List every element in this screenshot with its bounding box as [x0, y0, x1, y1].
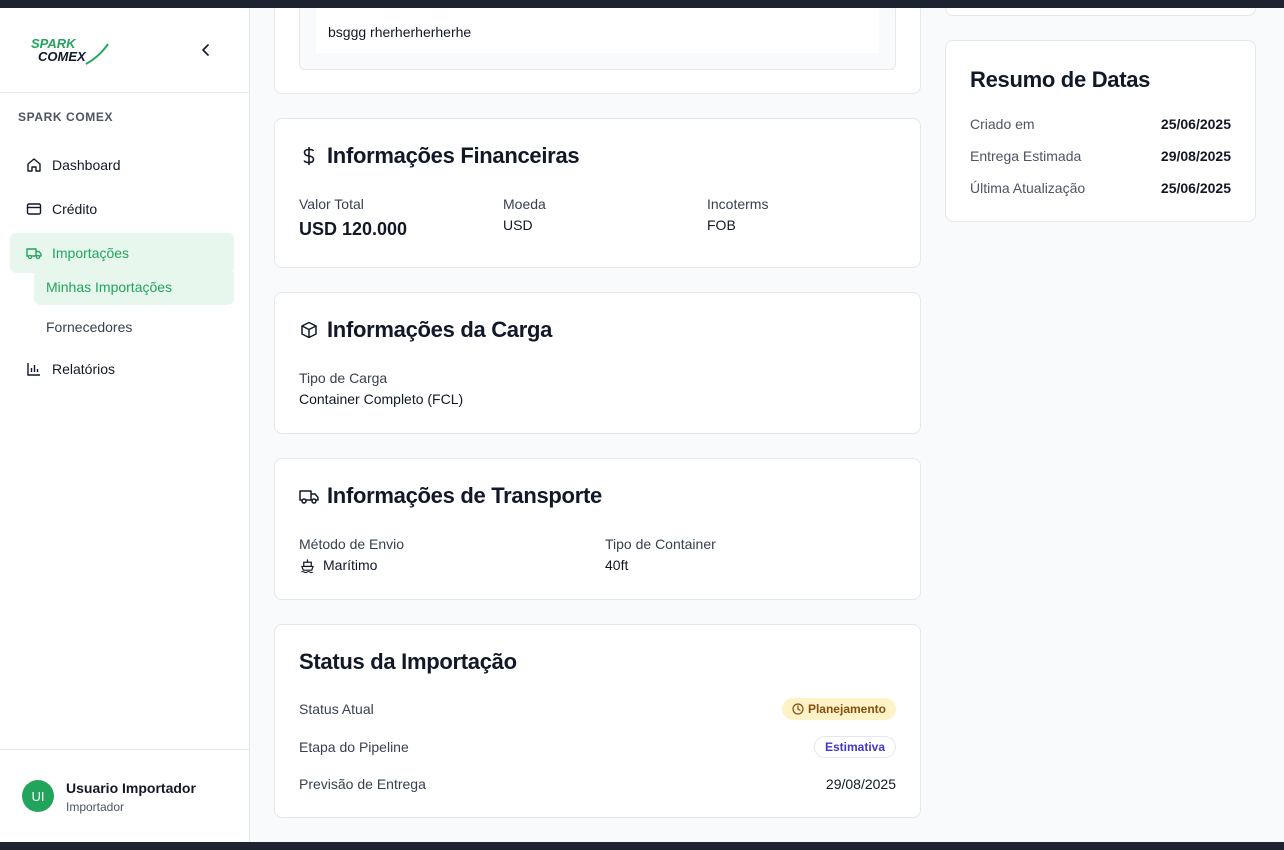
tipo-container-label: Tipo de Container	[605, 536, 716, 552]
sidebar-item-credito[interactable]: Crédito	[10, 189, 234, 229]
logo-text-comex: COMEX	[38, 49, 87, 64]
previsao-entrega-label: Previsão de Entrega	[299, 776, 426, 792]
ultima-atualizacao-label: Última Atualização	[970, 180, 1086, 196]
financial-info-title-text: Informações Financeiras	[327, 143, 580, 168]
sidebar-item-label: Importações	[52, 245, 130, 261]
entrega-estimada-value: 29/08/2025	[1160, 148, 1231, 164]
transport-info-title: Informações de Transporte	[299, 483, 602, 509]
transport-info-title-text: Informações de Transporte	[327, 483, 602, 508]
valor-total-label: Valor Total	[299, 196, 364, 212]
status-atual-label: Status Atual	[299, 701, 374, 717]
tipo-container-value: 40ft	[605, 557, 629, 573]
metodo-envio-value: Marítimo	[299, 557, 377, 573]
window-bottom-bar	[0, 842, 1284, 850]
description-text: bsggg rherherherherhe	[328, 24, 472, 40]
credit-card-icon	[26, 201, 42, 217]
sidebar-item-label: Dashboard	[52, 157, 121, 173]
collapse-sidebar-button[interactable]	[196, 40, 216, 60]
criado-em-label: Criado em	[970, 116, 1035, 132]
import-status-title: Status da Importação	[299, 649, 517, 674]
sidebar-subitem-label: Minhas Importações	[46, 279, 173, 295]
truck-icon	[299, 486, 319, 506]
spark-comex-logo[interactable]: SPARK COMEX	[30, 34, 110, 66]
description-box: bsggg rherherherherhe	[299, 8, 896, 70]
etapa-pipeline-label: Etapa do Pipeline	[299, 739, 409, 755]
sidebar-item-relatorios[interactable]: Relatórios	[10, 349, 234, 389]
sidebar-section-label: SPARK COMEX	[18, 110, 114, 124]
transport-info-card: Informações de Transporte Método de Envi…	[274, 458, 921, 600]
dates-summary-card: Resumo de Datas Criado em 25/06/2025 Ent…	[945, 40, 1256, 222]
status-badge-text: Planejamento	[807, 702, 886, 716]
moeda-value: USD	[503, 217, 533, 233]
tipo-carga-value: Container Completo (FCL)	[299, 391, 464, 407]
sidebar-subitem-fornecedores[interactable]: Fornecedores	[34, 309, 234, 345]
truck-icon	[26, 245, 42, 261]
dollar-icon	[299, 146, 319, 166]
package-icon	[299, 320, 319, 340]
dates-summary-title: Resumo de Datas	[970, 67, 1151, 92]
criado-em-value: 25/06/2025	[1160, 116, 1231, 132]
financial-info-title: Informações Financeiras	[299, 143, 580, 169]
sidebar-item-label: Crédito	[52, 201, 98, 217]
sidebar-subitem-label: Fornecedores	[46, 319, 133, 335]
incoterms-value: FOB	[707, 217, 736, 233]
status-badge: Planejamento	[781, 698, 896, 720]
user-profile[interactable]: UI Usuario Importador Importador	[0, 749, 250, 842]
ship-icon	[299, 557, 315, 573]
window-top-bar	[0, 0, 1284, 8]
sidebar-item-label: Relatórios	[52, 361, 116, 377]
sidebar-item-dashboard[interactable]: Dashboard	[10, 145, 234, 185]
incoterms-label: Incoterms	[707, 196, 769, 212]
description-inner: bsggg rherherherherhe	[316, 8, 879, 53]
entrega-estimada-label: Entrega Estimada	[970, 148, 1082, 164]
bar-chart-icon	[26, 361, 42, 377]
metodo-envio-label: Método de Envio	[299, 536, 405, 552]
sidebar-subitem-minhas-importacoes[interactable]: Minhas Importações	[34, 269, 234, 305]
cargo-info-title-text: Informações da Carga	[327, 317, 553, 342]
previous-summary-card	[945, 8, 1256, 16]
moeda-label: Moeda	[503, 196, 546, 212]
home-icon	[26, 157, 42, 173]
clock-icon	[792, 703, 804, 715]
avatar: UI	[22, 780, 54, 812]
chevron-left-icon	[202, 44, 209, 56]
user-name: Usuario Importador	[66, 780, 196, 796]
previsao-entrega-value: 29/08/2025	[825, 776, 896, 792]
sidebar: SPARK COMEX SPARK COMEX Dashboard Crédit…	[0, 8, 250, 842]
ultima-atualizacao-value: 25/06/2025	[1160, 180, 1231, 196]
tipo-carga-label: Tipo de Carga	[299, 370, 388, 386]
pipeline-stage-badge: Estimativa	[813, 736, 896, 758]
cargo-info-card: Informações da Carga Tipo de Carga Conta…	[274, 292, 921, 434]
sidebar-item-importacoes[interactable]: Importações	[10, 233, 234, 273]
import-status-card: Status da Importação Status Atual Planej…	[274, 624, 921, 818]
logo-row: SPARK COMEX	[0, 8, 249, 93]
user-role: Importador	[66, 800, 125, 814]
valor-total-value: USD 120.000	[299, 219, 408, 239]
financial-info-card: Informações Financeiras Valor Total USD …	[274, 118, 921, 268]
description-card: bsggg rherherherherhe	[274, 8, 921, 94]
cargo-info-title: Informações da Carga	[299, 317, 552, 343]
app-frame: SPARK COMEX SPARK COMEX Dashboard Crédit…	[0, 8, 1284, 842]
metodo-envio-text: Marítimo	[323, 557, 378, 573]
